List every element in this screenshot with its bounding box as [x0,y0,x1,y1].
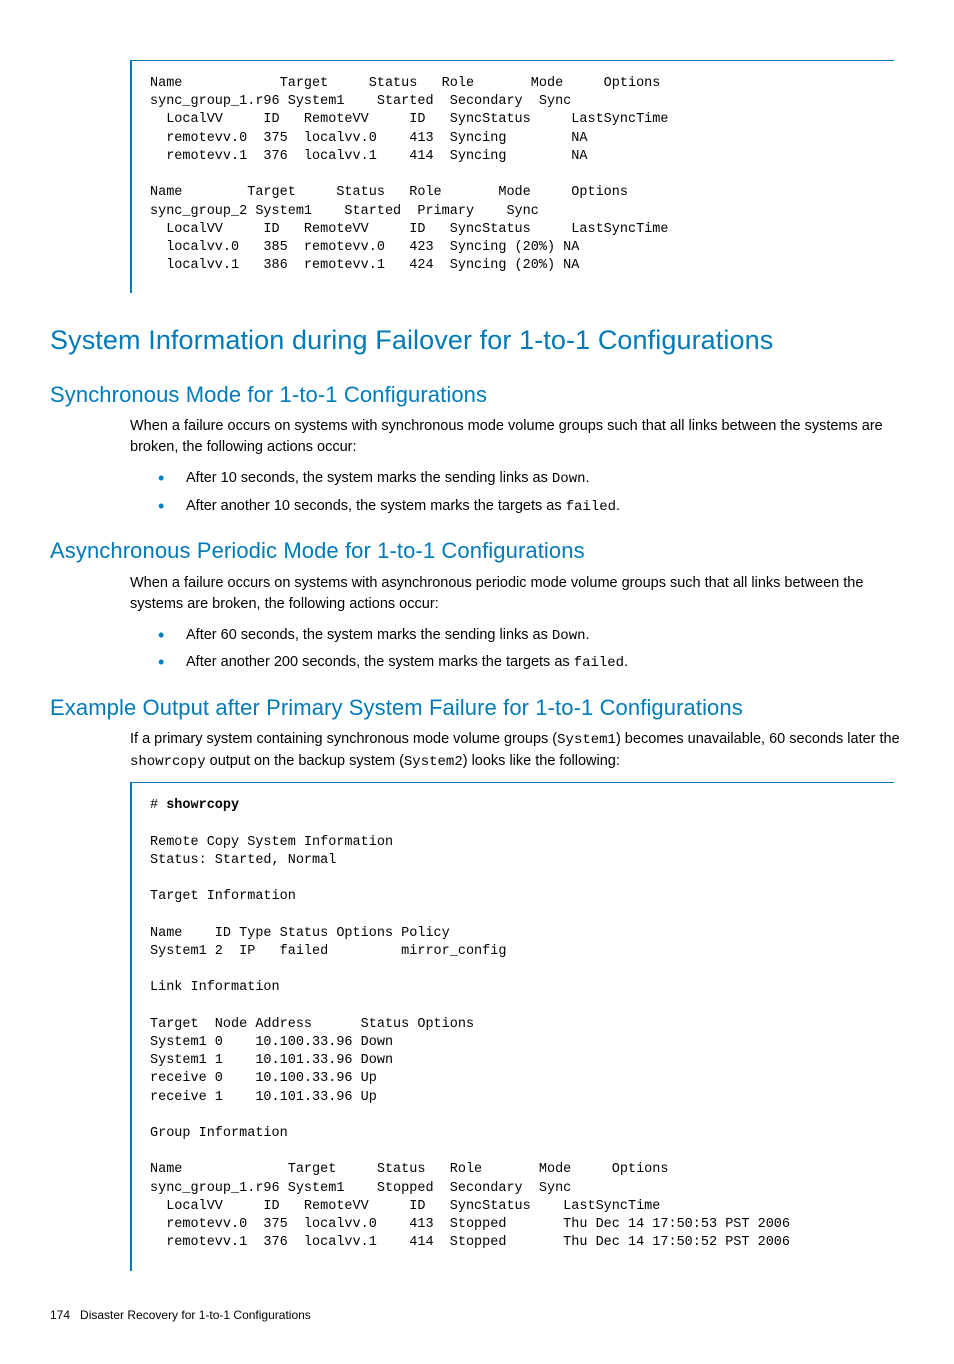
code-block-showrcopy: # showrcopy Remote Copy System Informati… [130,782,894,1270]
paragraph-async-intro: When a failure occurs on systems with as… [130,573,904,615]
paragraph-example: If a primary system containing synchrono… [130,729,904,772]
text: After another 10 seconds, the system mar… [186,498,566,514]
heading-synchronous-mode: Synchronous Mode for 1-to-1 Configuratio… [50,379,904,411]
text: . [616,498,620,514]
inline-code: System2 [404,754,463,770]
list-item: After another 10 seconds, the system mar… [158,496,898,517]
code-block-initial: Name Target Status Role Mode Options syn… [130,60,894,293]
heading-example-output: Example Output after Primary System Fail… [50,692,904,724]
prompt: # [150,798,166,813]
text: . [586,470,590,486]
text: ) looks like the following: [463,753,620,769]
text: After 60 seconds, the system marks the s… [186,627,552,643]
list-item: After 60 seconds, the system marks the s… [158,625,898,646]
inline-code: System1 [557,732,616,748]
text: . [586,627,590,643]
page-number: 174 [50,1308,70,1322]
text: ) becomes unavailable, 60 seconds later … [616,731,900,747]
text: . [624,654,628,670]
text: If a primary system containing synchrono… [130,731,557,747]
list-item: After another 200 seconds, the system ma… [158,652,898,673]
page-footer: 174 Disaster Recovery for 1-to-1 Configur… [50,1307,904,1324]
list-async: After 60 seconds, the system marks the s… [158,625,898,674]
list-sync: After 10 seconds, the system marks the s… [158,468,898,517]
inline-code: failed [574,655,624,671]
list-item: After 10 seconds, the system marks the s… [158,468,898,489]
inline-code: failed [566,499,616,515]
heading-system-info-failover: System Information during Failover for 1… [50,321,904,360]
heading-asynchronous-mode: Asynchronous Periodic Mode for 1-to-1 Co… [50,535,904,567]
inline-code: Down [552,471,586,487]
inline-code: Down [552,628,586,644]
command: showrcopy [166,798,239,813]
inline-code: showrcopy [130,754,206,770]
text: After another 200 seconds, the system ma… [186,654,574,670]
output: Remote Copy System Information Status: S… [150,835,790,1251]
text: After 10 seconds, the system marks the s… [186,470,552,486]
text: output on the backup system ( [206,753,404,769]
paragraph-sync-intro: When a failure occurs on systems with sy… [130,416,904,458]
footer-title: Disaster Recovery for 1-to-1 Configurati… [80,1308,311,1322]
